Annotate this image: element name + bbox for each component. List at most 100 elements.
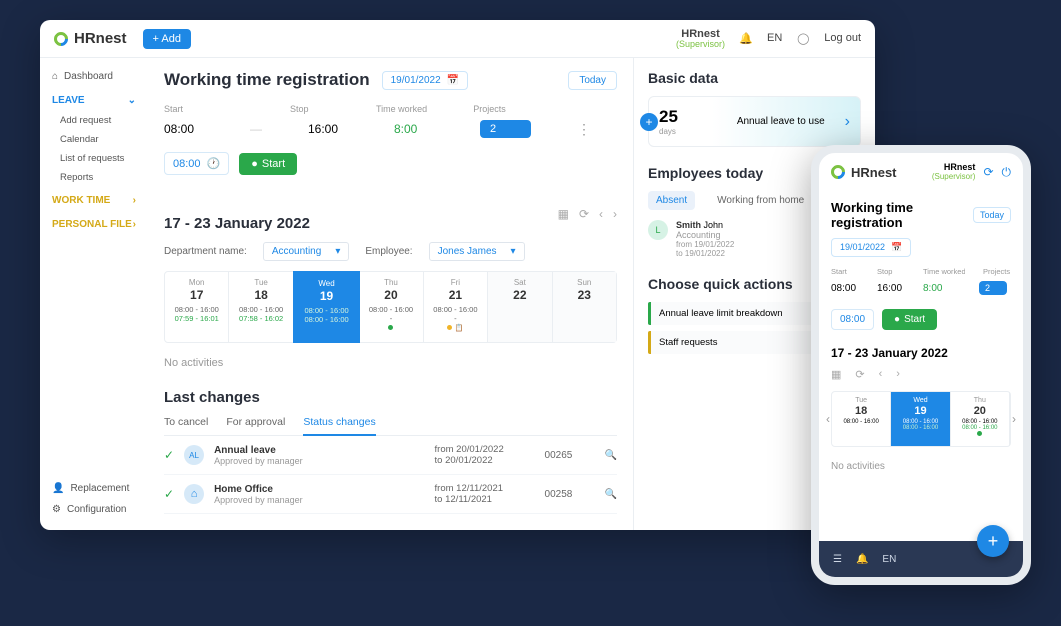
day-fri[interactable]: Fri2108:00 - 16:00- 📋 <box>424 272 488 342</box>
mobile-lang[interactable]: EN <box>882 554 896 565</box>
etab-wfh[interactable]: Working from home <box>709 191 812 210</box>
logo-ring-icon <box>828 162 848 182</box>
sidebar: ⌂Dashboard LEAVE⌄ Add request Calendar L… <box>40 58 148 530</box>
power-icon[interactable]: ⏻ <box>1002 165 1012 180</box>
refresh-icon[interactable]: ⟳ <box>983 165 993 180</box>
chevron-right-icon: › <box>845 113 850 131</box>
mobile-today-button[interactable]: Today <box>973 207 1011 223</box>
topbar: HRnest + Add HRnest (Supervisor) 🔔 EN ◯ … <box>40 20 875 58</box>
dept-select[interactable]: Accounting▾ <box>263 242 350 261</box>
prev-week-icon[interactable]: ‹ <box>599 207 603 221</box>
emp-label: Employee: <box>365 246 412 257</box>
tab-for-approval[interactable]: For approval <box>226 416 285 435</box>
week-prev[interactable]: ‹ <box>826 412 830 426</box>
next-icon[interactable]: › <box>896 368 900 381</box>
time-input[interactable]: 08:00🕐 <box>164 152 229 175</box>
mobile-logo[interactable]: HRnest <box>831 165 897 180</box>
change-avatar: ⌂ <box>184 484 204 504</box>
prev-icon[interactable]: ‹ <box>879 368 883 381</box>
nav-replacement[interactable]: 👤Replacement <box>40 478 148 499</box>
chevron-right-icon: › <box>133 195 136 206</box>
th-worked: Time worked <box>376 104 427 114</box>
week-next[interactable]: › <box>1012 412 1016 426</box>
day-thu[interactable]: Thu2008:00 - 16:00- <box>359 272 423 342</box>
change-sub: Approved by manager <box>214 456 303 466</box>
more-menu[interactable]: ⋮ <box>577 121 617 138</box>
status-dot-yellow <box>447 325 452 330</box>
calendar-icon: 📅 <box>891 242 902 253</box>
mobile-date-picker[interactable]: 19/01/2022📅 <box>831 238 911 257</box>
nav-section-leave[interactable]: LEAVE⌄ <box>40 87 148 111</box>
nav-add-request[interactable]: Add request <box>40 111 148 130</box>
bell-icon[interactable]: 🔔 <box>739 31 753 45</box>
chevron-down-icon: ▾ <box>511 246 516 257</box>
projects-chip[interactable]: 2 ≡ <box>480 120 531 138</box>
brand-logo[interactable]: HRnest <box>54 30 127 47</box>
mobile-time-input[interactable]: 08:00 <box>831 309 874 330</box>
day-wed[interactable]: Wed1908:00 - 16:0008:00 - 16:00 <box>293 271 360 343</box>
home-icon: ⌂ <box>52 71 58 82</box>
plus-badge[interactable]: + <box>640 113 658 131</box>
play-icon: ● <box>251 158 258 170</box>
nav-dashboard[interactable]: ⌂Dashboard <box>40 66 148 87</box>
etab-absent[interactable]: Absent <box>648 191 695 210</box>
search-icon[interactable]: 🔍 <box>605 489 617 500</box>
chevron-down-icon: ⌄ <box>128 95 136 106</box>
mobile-projects-chip[interactable]: 2 <box>979 281 1007 295</box>
mobile-range: 17 - 23 January 2022 <box>831 346 1011 360</box>
emp-select[interactable]: Jones James▾ <box>429 242 525 261</box>
changes-tabs: To cancel For approval Status changes <box>164 416 617 436</box>
m-day-thu[interactable]: Thu2008:00 - 16:0008:00 - 16:00 <box>951 392 1010 446</box>
grid-icon[interactable]: ▦ <box>558 207 569 221</box>
day-sat[interactable]: Sat22 <box>488 272 552 342</box>
desktop-window: HRnest + Add HRnest (Supervisor) 🔔 EN ◯ … <box>40 20 875 530</box>
add-button[interactable]: + Add <box>143 29 191 49</box>
nav-list-requests[interactable]: List of requests <box>40 149 148 168</box>
grid-icon[interactable]: ▦ <box>831 368 841 381</box>
day-sun[interactable]: Sun23 <box>553 272 616 342</box>
nav-reports[interactable]: Reports <box>40 168 148 187</box>
time-headers: Start Stop Time worked Projects <box>164 104 617 114</box>
leave-card[interactable]: + 25days Annual leave to use › <box>648 96 861 147</box>
lang-selector[interactable]: EN <box>767 32 782 44</box>
nav-calendar[interactable]: Calendar <box>40 130 148 149</box>
leave-days-num: 25 <box>659 107 678 127</box>
change-row-2: ✓ ⌂ Home OfficeApproved by manager from … <box>164 475 617 514</box>
nav-configuration[interactable]: ⚙Configuration <box>40 499 148 520</box>
nav-section-personal[interactable]: PERSONAL FILE› <box>40 211 148 235</box>
search-icon[interactable]: 🔍 <box>605 450 617 461</box>
day-tue[interactable]: Tue1808:00 - 16:0007:58 - 16:02 <box>229 272 293 342</box>
page-title: Working time registration <box>164 70 370 90</box>
nav-section-worktime[interactable]: WORK TIME› <box>40 187 148 211</box>
circle-icon[interactable]: ◯ <box>796 31 810 45</box>
day-mon[interactable]: Mon1708:00 - 16:0007:59 - 16:01 <box>165 272 229 342</box>
mobile-main: Working time registration Today 19/01/20… <box>819 188 1023 541</box>
no-activities: No activities <box>164 357 617 369</box>
menu-icon[interactable]: ☰ <box>833 554 842 565</box>
today-button[interactable]: Today <box>568 71 617 90</box>
next-week-icon[interactable]: › <box>613 207 617 221</box>
dept-label: Department name: <box>164 246 247 257</box>
user-icon: 👤 <box>52 483 64 494</box>
m-day-tue[interactable]: Tue1808:00 - 16:00 <box>832 392 891 446</box>
brand-text: HRnest <box>74 30 127 47</box>
bell-icon[interactable]: 🔔 <box>856 554 868 565</box>
clock-icon: 🕐 <box>207 157 221 170</box>
logo-ring-icon <box>51 29 71 49</box>
refresh-icon[interactable]: ⟳ <box>855 368 864 381</box>
mobile-bottom-bar: ☰ 🔔 EN + <box>819 541 1023 577</box>
tab-status-changes[interactable]: Status changes <box>303 416 375 436</box>
refresh-icon[interactable]: ⟳ <box>579 207 589 221</box>
change-sub: Approved by manager <box>214 495 303 505</box>
mobile-fab[interactable]: + <box>977 525 1009 557</box>
tab-to-cancel[interactable]: To cancel <box>164 416 208 435</box>
date-picker[interactable]: 19/01/2022📅 <box>382 71 469 90</box>
user-block[interactable]: HRnest (Supervisor) <box>676 28 725 50</box>
start-button[interactable]: ●Start <box>239 153 297 175</box>
m-day-wed[interactable]: Wed1908:00 - 16:0008:00 - 16:00 <box>891 392 950 446</box>
week-grid: Mon1708:00 - 16:0007:59 - 16:01 Tue1808:… <box>164 271 617 343</box>
mobile-start-button[interactable]: ●Start <box>882 309 937 330</box>
user-role: (Supervisor) <box>676 40 725 50</box>
th-projects: Projects <box>473 104 513 114</box>
logout-link[interactable]: Log out <box>824 32 861 44</box>
